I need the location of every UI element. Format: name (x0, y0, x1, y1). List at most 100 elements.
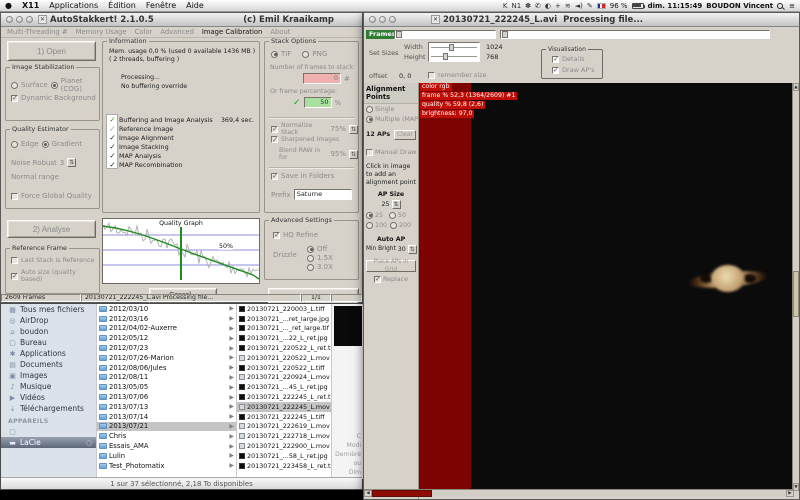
folder-row[interactable]: Lulin ▶ (97, 451, 236, 461)
frame-slider-1[interactable] (394, 30, 496, 39)
app-menu-item[interactable]: Memory Usage (72, 28, 131, 36)
file-row[interactable]: 20130721_222245_L.mov (237, 402, 331, 412)
file-row[interactable]: 20130721_220522_L.tiff (237, 363, 331, 373)
horizontal-scroll-thumb[interactable] (372, 490, 432, 497)
file-row[interactable]: 20130721_...22_L_ret.jpg (237, 333, 331, 343)
busy-spinner-icon[interactable]: ◌ (86, 439, 92, 447)
zoom-button[interactable] (26, 16, 33, 23)
zoom-button[interactable] (389, 16, 396, 23)
folder-row[interactable]: 2013/07/06 ▶ (97, 392, 236, 402)
replace-checkbox[interactable] (374, 276, 381, 283)
folder-row[interactable]: Essais_AMA ▶ (97, 441, 236, 451)
status-icon[interactable]: K (503, 2, 508, 10)
sidebar-item-computer[interactable]: ▢ (1, 426, 96, 437)
user-menu[interactable]: BOUDON Vincent (706, 2, 773, 10)
file-row[interactable]: 20130721_...ret_large.jpg (237, 314, 331, 324)
status-icon[interactable]: + (555, 2, 561, 10)
status-icon[interactable]: ◄) (575, 2, 583, 10)
sidebar-item[interactable]: ◎ AirDrop (1, 315, 96, 326)
menu-item[interactable]: Aide (181, 0, 209, 11)
ap100-radio[interactable] (366, 222, 373, 229)
force-global-quality-checkbox[interactable] (11, 193, 18, 200)
app-menu-item[interactable]: Advanced (156, 28, 198, 36)
autostakkert-titlebar[interactable]: ✕ AutoStakkert! 2.1.0.5 (c) Emil Kraaika… (1, 13, 362, 27)
sharpened-images-checkbox[interactable] (271, 136, 278, 143)
place-aps-button[interactable]: Place APs in Grid (366, 260, 416, 272)
tif-radio[interactable] (271, 51, 278, 58)
close-button[interactable] (6, 16, 13, 23)
spotlight-search-icon[interactable] (777, 3, 783, 9)
file-row[interactable]: 20130721_222718_L.mov (237, 431, 331, 441)
file-row[interactable]: 20130721_220522_L_ret.tif (237, 343, 331, 353)
draw-aps-checkbox[interactable] (552, 67, 559, 74)
folder-row[interactable]: Chris ▶ (97, 431, 236, 441)
app-menu-item[interactable]: Image Calibration (198, 28, 266, 36)
app-menu-item[interactable]: Multi-Threading # (3, 28, 72, 36)
save-in-folders-checkbox[interactable] (271, 173, 278, 180)
scroll-left-arrow[interactable]: ◀ (364, 490, 372, 497)
planet-radio[interactable] (51, 82, 58, 89)
drizzle-off-radio[interactable] (307, 246, 314, 253)
frame-percentage-input[interactable]: 50 (304, 97, 332, 108)
file-row[interactable]: 20130721_..._ret_large.tif (237, 324, 331, 334)
sidebar-item[interactable]: ▤ Documents (1, 359, 96, 370)
folder-row[interactable]: 2013/07/13 ▶ (97, 402, 236, 412)
ap-size-spinner[interactable]: ⇅ (392, 200, 401, 209)
clear-aps-button[interactable]: Clear (394, 130, 416, 140)
folder-row[interactable]: 2012/05/12 ▶ (97, 333, 236, 343)
folder-row[interactable]: Test_Photomatix ▶ (97, 461, 236, 471)
menu-item[interactable]: Édition (103, 0, 141, 11)
frames-to-stack-input[interactable]: 0 (303, 73, 341, 84)
surface-radio[interactable] (11, 82, 18, 89)
folder-row[interactable]: 2012/08/06/Jules ▶ (97, 363, 236, 373)
file-row[interactable]: 20130721_222245_L.tiff (237, 412, 331, 422)
edge-radio[interactable] (11, 141, 18, 148)
menu-item[interactable]: X11 (17, 0, 44, 11)
menu-item[interactable]: Applications (44, 0, 103, 11)
folder-row[interactable]: 2012/04/02-Auxerre ▶ (97, 324, 236, 334)
single-radio[interactable] (366, 106, 373, 113)
apple-menu-icon[interactable]: ● (0, 1, 17, 10)
sidebar-item[interactable]: ▢ Bureau (1, 337, 96, 348)
last-stack-checkbox[interactable] (11, 257, 18, 264)
status-icon[interactable]: ◐ (545, 2, 551, 10)
file-row[interactable]: 20130721_...58_L_ret.jpg (237, 451, 331, 461)
folder-row[interactable]: 2013/07/14 ▶ (97, 412, 236, 422)
multiple-radio[interactable] (366, 116, 373, 123)
hq-refine-checkbox[interactable] (273, 232, 280, 239)
png-radio[interactable] (302, 51, 309, 58)
status-icon[interactable]: ✆ (535, 2, 541, 10)
file-row[interactable]: 20130721_220522_L.mov (237, 353, 331, 363)
folder-row[interactable]: 2012/07/23 ▶ (97, 343, 236, 353)
noise-robust-spinner[interactable]: ⇅ (67, 158, 76, 167)
keyboard-layout-flag-icon[interactable] (597, 3, 606, 9)
analyse-button[interactable]: 2) Analyse (7, 220, 96, 238)
gradient-radio[interactable] (42, 141, 49, 148)
file-row[interactable]: 20130721_220003_L.tiff (237, 304, 331, 314)
sidebar-item-lacie[interactable]: ▬ LaCie ◌ (1, 437, 96, 448)
drizzle-15x-radio[interactable] (307, 255, 314, 262)
drizzle-30x-radio[interactable] (307, 264, 314, 271)
folder-row[interactable]: 2012/07/26-Marion ▶ (97, 353, 236, 363)
app-menu-item[interactable]: About (266, 28, 294, 36)
remember-size-checkbox[interactable] (428, 72, 435, 79)
sidebar-item[interactable]: ⌂ boudon (1, 326, 96, 337)
sidebar-item[interactable]: ▶ Vidéos (1, 392, 96, 403)
open-button[interactable]: 1) Open (7, 41, 96, 61)
height-slider[interactable] (429, 52, 479, 61)
folder-row[interactable]: 2013/07/21 ▶ (97, 422, 236, 432)
file-row[interactable]: 20130721_222245_L_ret.tif (237, 392, 331, 402)
app-menu-item[interactable]: Color (131, 28, 157, 36)
file-row[interactable]: 20130721_...45_L_ret.jpg (237, 382, 331, 392)
ap200-radio[interactable] (390, 222, 397, 229)
sidebar-item[interactable]: ⇣ Téléchargements (1, 403, 96, 414)
width-slider[interactable] (429, 43, 479, 52)
vertical-scroll-thumb[interactable] (793, 271, 799, 317)
ap50-radio[interactable] (389, 212, 396, 219)
viewer-titlebar[interactable]: ✕ 20130721_222245_L.avi Processing file.… (364, 13, 799, 27)
status-icon[interactable]: ✎ (587, 2, 593, 10)
normalize-stack-checkbox[interactable] (271, 126, 278, 133)
min-bright-spinner[interactable]: ⇅ (408, 245, 417, 254)
status-icon[interactable]: ✽ (525, 2, 531, 10)
menu-clock[interactable]: dim. 11:15:49 (648, 2, 703, 10)
